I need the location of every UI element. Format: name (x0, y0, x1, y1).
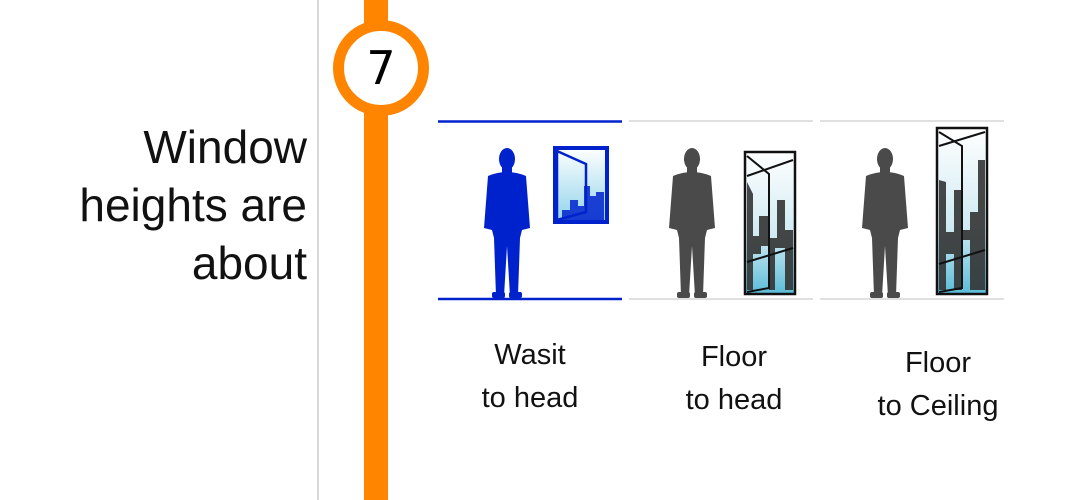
step-badge: 7 (333, 20, 429, 116)
option-waist-to-head-label[interactable]: Wasit to head (440, 334, 620, 420)
option-label-line: Wasit (494, 339, 566, 371)
person-with-window-waist-to-head-icon (438, 120, 622, 301)
vertical-divider (317, 0, 319, 500)
option-waist-to-head[interactable] (438, 120, 622, 302)
question-line-1: Window (143, 121, 307, 173)
option-label-line: Floor (700, 341, 768, 373)
option-label-line: Floor (904, 347, 972, 379)
option-floor-to-ceiling-label[interactable]: Floor to Ceiling (848, 342, 1028, 428)
question-text: Window heights are about (7, 118, 307, 292)
option-floor-to-head[interactable] (629, 120, 813, 302)
person-with-window-floor-to-head-icon (629, 120, 813, 300)
option-floor-to-ceiling[interactable] (820, 120, 1004, 302)
step-number: 7 (366, 41, 396, 95)
option-label-line: to Ceiling (877, 390, 999, 422)
option-label-line: to head (685, 384, 783, 416)
person-with-window-floor-to-ceiling-icon (820, 120, 1004, 300)
question-line-2: heights are (79, 179, 307, 231)
option-label-line: to head (481, 382, 579, 414)
option-floor-to-head-label[interactable]: Floor to head (644, 336, 824, 422)
question-line-3: about (191, 237, 307, 289)
